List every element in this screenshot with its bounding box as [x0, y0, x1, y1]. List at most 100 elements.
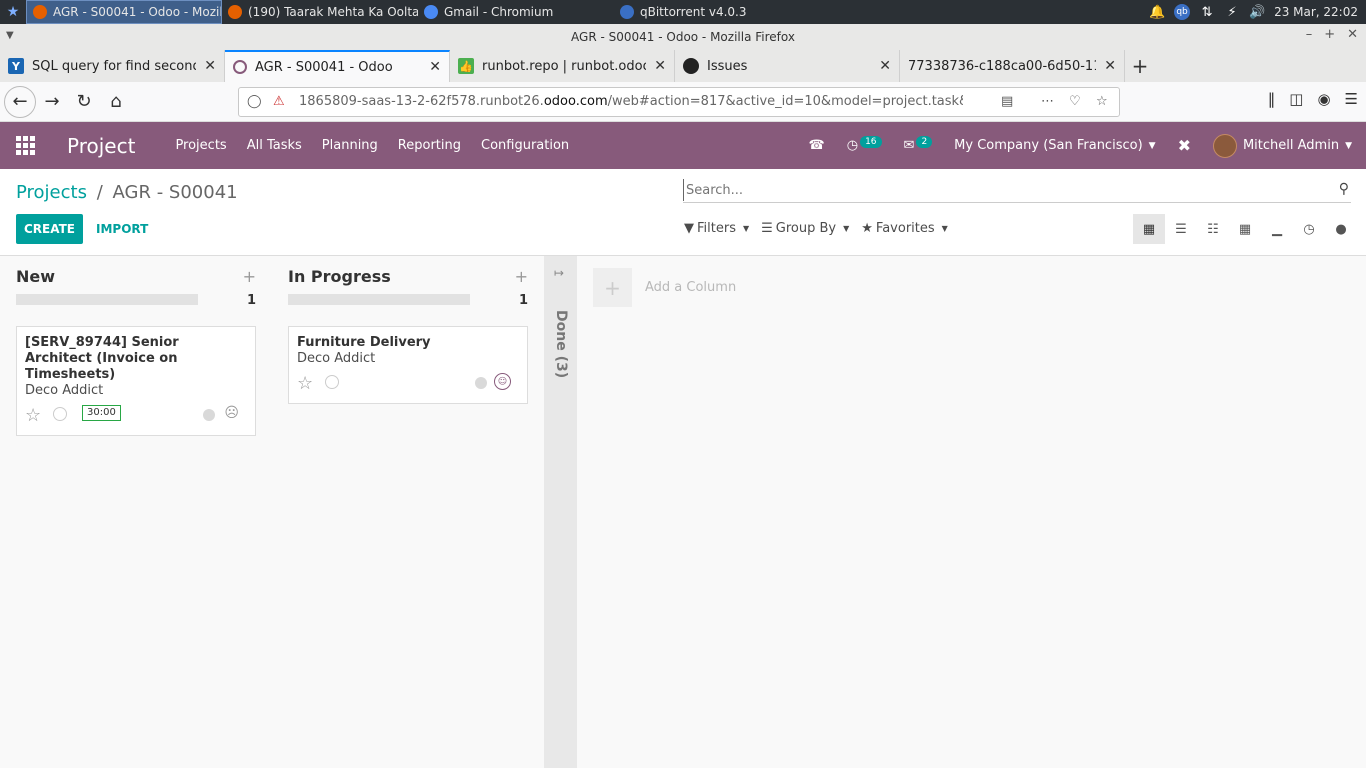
sidebar-icon[interactable]: ◫: [1289, 90, 1303, 108]
url-bar[interactable]: ◯ ⚠ 1865809-saas-13-2-62f578.runbot26.od…: [238, 87, 1120, 117]
close-tab-icon[interactable]: ✕: [1104, 58, 1116, 74]
phone-icon[interactable]: ☎: [809, 138, 825, 153]
account-icon[interactable]: ◉: [1317, 90, 1330, 108]
network-transfer-icon[interactable]: ⇅: [1199, 4, 1215, 20]
user-menu[interactable]: Mitchell Admin ▼: [1212, 133, 1352, 158]
kanban-view-icon[interactable]: ▦: [1133, 214, 1165, 244]
insecure-lock-icon[interactable]: ⚠: [273, 94, 285, 109]
taskbar-task-qbittorrent[interactable]: qBittorrent v4.0.3: [614, 0, 810, 24]
notification-bell-icon[interactable]: 🔔: [1149, 4, 1165, 20]
search-options: ▼ Filters ▼ ☰ Group By ▼ ★ Favorites ▼: [684, 221, 948, 236]
column-progress-bar[interactable]: [16, 294, 198, 305]
group-by-dropdown[interactable]: ☰ Group By ▼: [761, 221, 849, 236]
new-tab-button[interactable]: +: [1125, 50, 1155, 82]
search-icon[interactable]: ⚲: [1339, 181, 1349, 197]
smiley-icon[interactable]: ☺: [494, 373, 511, 390]
kanban-card[interactable]: Furniture Delivery Deco Addict ☆ ☺: [288, 326, 528, 404]
view-switcher: ▦ ☰ ☷ ▦ ▁ ◷ ●: [1133, 214, 1357, 244]
column-progress-bar[interactable]: [288, 294, 470, 305]
app-brand[interactable]: Project: [67, 134, 135, 158]
tab-sql-query[interactable]: Y SQL query for find second hig ✕: [0, 50, 225, 82]
reader-view-icon[interactable]: ▤: [1001, 94, 1013, 109]
library-icon[interactable]: ‖: [1268, 90, 1276, 108]
breadcrumb-separator: /: [96, 182, 103, 203]
shield-icon[interactable]: ◯: [247, 94, 262, 109]
clock[interactable]: 23 Mar, 22:02: [1274, 5, 1358, 19]
company-switcher[interactable]: My Company (San Francisco) ▼: [954, 138, 1155, 153]
column-title: In Progress: [288, 267, 391, 286]
caret-down-icon: ▼: [1345, 140, 1352, 151]
menu-projects[interactable]: Projects: [175, 138, 226, 153]
menu-reporting[interactable]: Reporting: [398, 138, 461, 153]
bookmark-star-icon[interactable]: ☆: [1096, 94, 1108, 109]
menu-configuration[interactable]: Configuration: [481, 138, 569, 153]
qbittorrent-tray-icon[interactable]: qb: [1174, 4, 1191, 20]
task-partner: Deco Addict: [297, 351, 376, 366]
favorites-dropdown[interactable]: ★ Favorites ▼: [861, 221, 948, 236]
unfold-icon: ↦: [554, 266, 565, 280]
caret-down-icon: ▼: [843, 224, 850, 233]
volume-icon[interactable]: 🔊: [1249, 4, 1265, 20]
chat-bubble-icon: ✉: [903, 138, 915, 153]
kanban-state-icon[interactable]: [203, 409, 215, 421]
search-bar: ⚲: [683, 179, 1351, 203]
power-icon[interactable]: ⚡: [1224, 4, 1240, 20]
breadcrumb-projects-link[interactable]: Projects: [16, 182, 87, 203]
menu-planning[interactable]: Planning: [322, 138, 378, 153]
priority-star-icon[interactable]: ☆: [297, 373, 313, 394]
activity-view-icon[interactable]: ◷: [1293, 214, 1325, 244]
odoo-favicon-icon: [233, 60, 247, 74]
hamburger-menu-icon[interactable]: ☰: [1345, 90, 1358, 108]
tab-github-issues[interactable]: Issues ✕: [675, 50, 900, 82]
close-window-icon[interactable]: ✕: [1347, 27, 1358, 42]
filters-dropdown[interactable]: ▼ Filters ▼: [684, 221, 749, 236]
home-button[interactable]: ⌂: [100, 86, 132, 118]
priority-star-icon[interactable]: ☆: [25, 405, 41, 426]
minimize-icon[interactable]: –: [1306, 27, 1313, 42]
kanban-card[interactable]: [SERV_89744] Senior Architect (Invoice o…: [16, 326, 256, 436]
pivot-view-icon[interactable]: ▦: [1229, 214, 1261, 244]
maximize-icon[interactable]: +: [1324, 27, 1335, 42]
list-bars-icon: ☰: [761, 221, 773, 236]
start-menu-icon[interactable]: ★: [0, 0, 26, 24]
search-input[interactable]: [683, 179, 1323, 201]
reload-button[interactable]: ↻: [68, 86, 100, 118]
kanban-column-done-folded[interactable]: ↦ Done (3): [544, 256, 577, 768]
close-tab-icon[interactable]: ✕: [429, 59, 441, 75]
breadcrumb: Projects / AGR - S00041: [16, 182, 238, 203]
messages-button[interactable]: ✉ 2: [903, 135, 933, 153]
calendar-view-icon[interactable]: ☷: [1197, 214, 1229, 244]
page-actions-icon[interactable]: ⋯: [1041, 94, 1054, 109]
map-view-icon[interactable]: ●: [1325, 214, 1357, 244]
kanban-state-icon[interactable]: [475, 377, 487, 389]
pocket-icon[interactable]: ♡: [1069, 94, 1081, 109]
list-view-icon[interactable]: ☰: [1165, 214, 1197, 244]
activity-clock-icon[interactable]: [325, 375, 339, 389]
back-button[interactable]: ←: [4, 85, 36, 118]
close-tab-icon[interactable]: ✕: [654, 58, 666, 74]
import-button[interactable]: IMPORT: [90, 214, 154, 244]
unassigned-user-icon[interactable]: ☹: [224, 405, 239, 421]
tab-odoo-agr[interactable]: AGR - S00041 - Odoo ✕: [225, 50, 450, 82]
taskbar-task-firefox-odoo[interactable]: AGR - S00041 - Odoo - Mozill...: [26, 0, 222, 24]
column-quick-add-icon[interactable]: +: [243, 267, 256, 286]
add-column[interactable]: + Add a Column: [593, 268, 736, 307]
column-quick-add-icon[interactable]: +: [515, 267, 528, 286]
taskbar-task-firefox-youtube[interactable]: (190) Taarak Mehta Ka Oolta...: [222, 0, 418, 24]
tab-image[interactable]: 77338736-c188ca00-6d50-11ea-9 ✕: [900, 50, 1125, 82]
taskbar-task-chromium-gmail[interactable]: Gmail - Chromium: [418, 0, 614, 24]
window-menu-icon[interactable]: ▼: [6, 30, 14, 41]
column-title: New: [16, 267, 56, 286]
forward-button[interactable]: →: [36, 86, 68, 118]
tab-runbot-repo[interactable]: 👍 runbot.repo | runbot.odoo.c ✕: [450, 50, 675, 82]
menu-all-tasks[interactable]: All Tasks: [247, 138, 302, 153]
column-count: 1: [518, 293, 528, 308]
activity-clock-icon[interactable]: [53, 407, 67, 421]
apps-menu-button[interactable]: [0, 122, 50, 169]
close-tab-icon[interactable]: ✕: [879, 58, 891, 74]
graph-view-icon[interactable]: ▁: [1261, 214, 1293, 244]
close-tab-icon[interactable]: ✕: [204, 58, 216, 74]
create-button[interactable]: CREATE: [16, 214, 83, 244]
activities-button[interactable]: ◷ 16: [847, 135, 882, 153]
debug-tools-icon[interactable]: ✖: [1178, 136, 1191, 155]
